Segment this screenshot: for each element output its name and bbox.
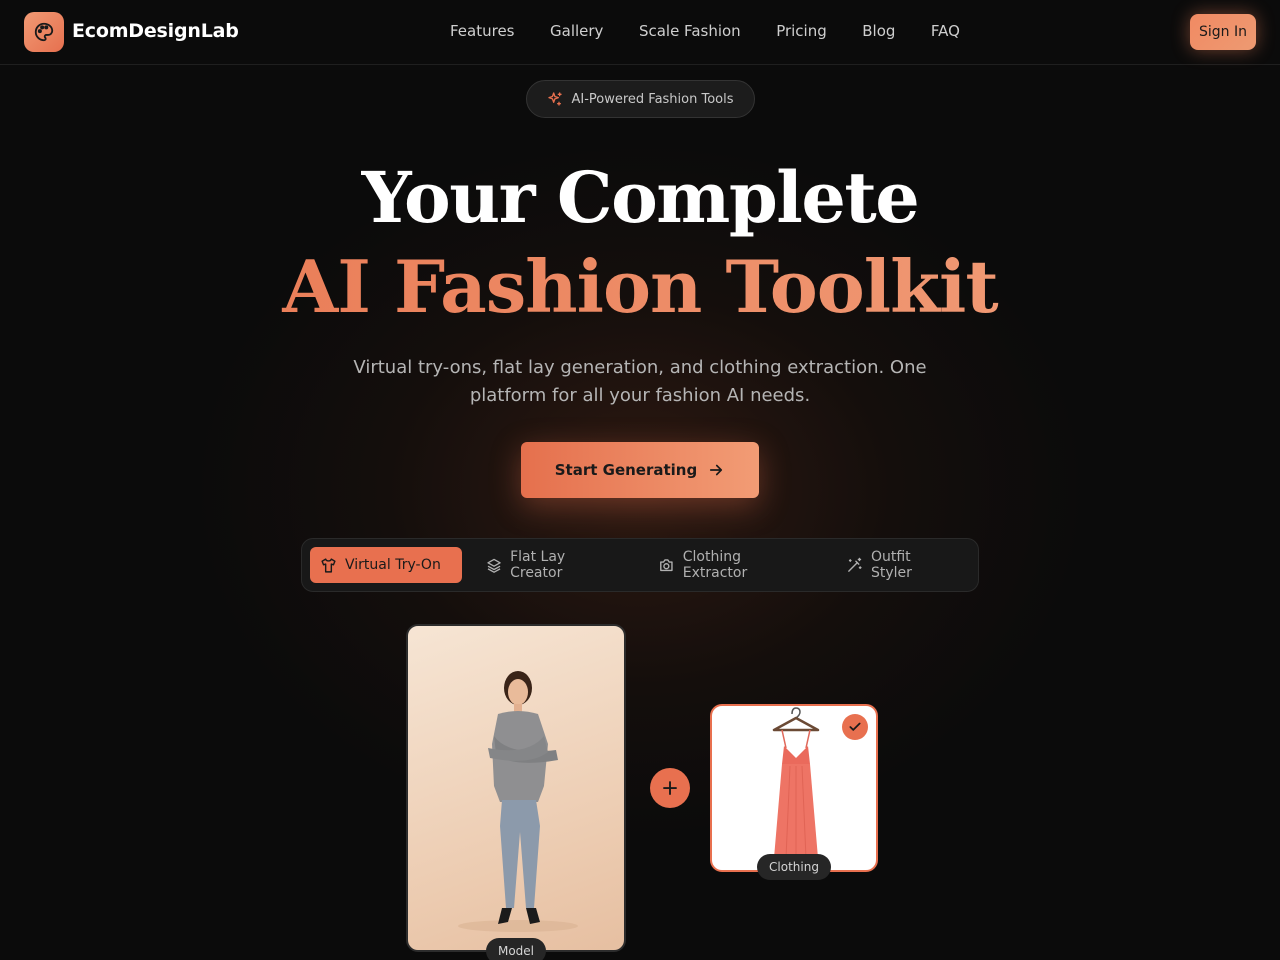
logo[interactable] — [24, 12, 64, 52]
camera-icon — [660, 558, 673, 571]
tab-outfit-styler[interactable]: Outfit Styler — [836, 547, 966, 583]
model-figure-image — [458, 671, 578, 932]
tab-clothing-extractor[interactable]: Clothing Extractor — [648, 547, 818, 583]
start-generating-button[interactable]: Start Generating — [521, 442, 759, 498]
nav-link-scale-fashion[interactable]: Scale Fashion — [639, 22, 741, 40]
cta-label: Start Generating — [554, 461, 698, 479]
palette-icon — [34, 22, 54, 42]
arrow-right-icon — [710, 464, 723, 476]
plus-icon — [650, 768, 690, 808]
layers-icon — [487, 558, 501, 573]
sparkles-icon — [548, 92, 563, 106]
wand-icon — [848, 557, 862, 572]
hero-title-line1: Your Complete — [361, 156, 920, 239]
tool-tabs: Virtual Try-On Flat Lay Creator Clothing… — [301, 538, 979, 592]
tab-label: Virtual Try-On — [345, 557, 441, 573]
brand-name[interactable]: EcomDesignLab — [72, 20, 239, 42]
shirt-icon — [321, 557, 336, 573]
nav-link-features[interactable]: Features — [450, 22, 515, 40]
nav-link-gallery[interactable]: Gallery — [550, 22, 603, 40]
hero-title-line2: AI Fashion Toolkit — [0, 244, 1280, 329]
ai-badge: AI-Powered Fashion Tools — [526, 80, 755, 118]
nav-links: Features Gallery Scale Fashion Pricing B… — [450, 22, 960, 40]
tab-label: Clothing Extractor — [682, 549, 748, 581]
hero-subtitle: Virtual try-ons, flat lay generation, an… — [353, 357, 927, 406]
nav-link-faq[interactable]: FAQ — [931, 22, 960, 40]
clothing-label: Clothing — [757, 854, 831, 880]
top-nav: EcomDesignLab Features Gallery Scale Fas… — [0, 0, 1280, 65]
check-icon — [842, 714, 868, 740]
model-label: Model — [486, 938, 546, 960]
model-image[interactable] — [406, 624, 626, 952]
nav-link-blog[interactable]: Blog — [862, 22, 895, 40]
tab-flat-lay-creator[interactable]: Flat Lay Creator — [476, 547, 626, 583]
tab-label: Flat Lay Creator — [510, 549, 566, 581]
tab-virtual-try-on[interactable]: Virtual Try-On — [310, 547, 462, 583]
badge-text: AI-Powered Fashion Tools — [571, 91, 734, 107]
nav-link-pricing[interactable]: Pricing — [776, 22, 827, 40]
sign-in-button[interactable]: Sign In — [1190, 14, 1256, 50]
tab-label: Outfit Styler — [870, 549, 912, 581]
